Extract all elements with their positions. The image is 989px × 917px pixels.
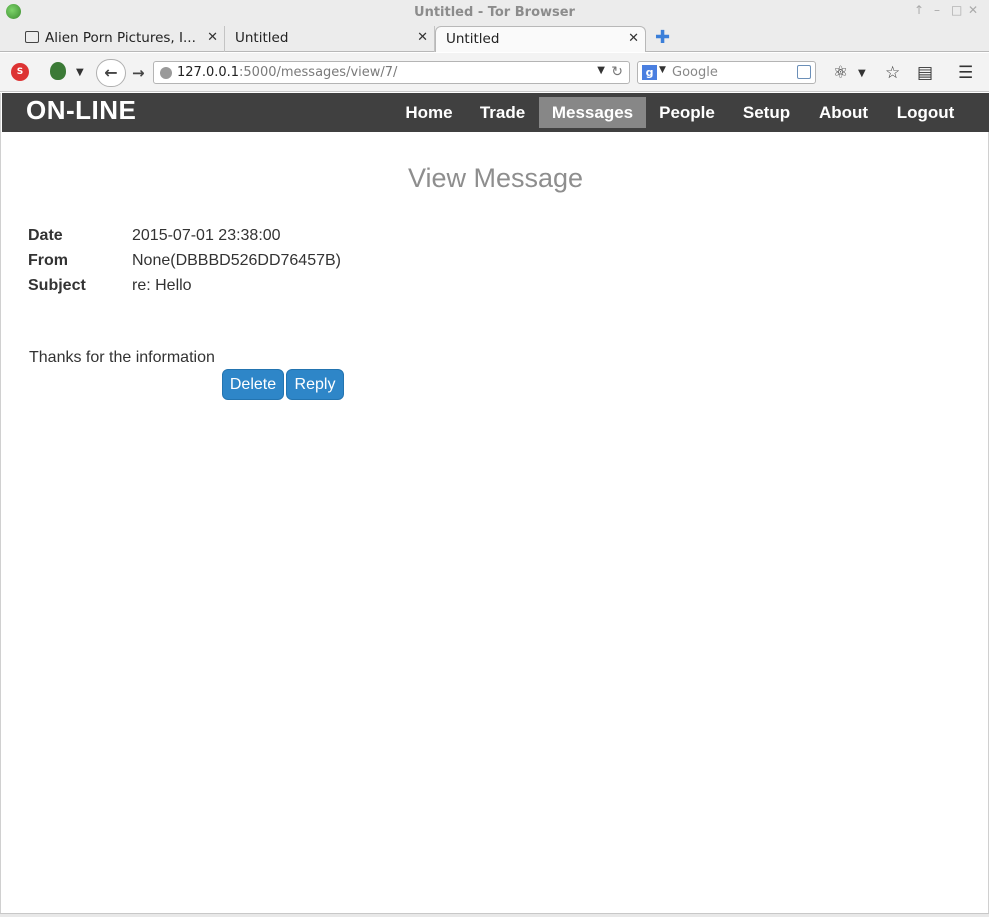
https-everywhere-icon[interactable]: ⚛ — [833, 63, 848, 83]
nav-about[interactable]: About — [805, 97, 882, 128]
window-raise-icon[interactable]: ↑ — [914, 3, 924, 17]
chevron-down-icon[interactable]: ▼ — [76, 67, 84, 78]
url-host: 127.0.0.1 — [177, 65, 240, 80]
search-input[interactable] — [672, 64, 792, 81]
tab-untitled-2[interactable]: Untitled ✕ — [435, 26, 646, 52]
nav-trade[interactable]: Trade — [466, 97, 539, 128]
search-bar[interactable]: g ▼ — [637, 61, 816, 84]
forward-arrow-icon[interactable]: → — [132, 64, 145, 82]
url-path: :5000/messages/view/7/ — [239, 65, 398, 80]
window-minimize-icon[interactable]: – — [934, 3, 940, 17]
tab-strip: Alien Porn Pictures, I... ✕ Untitled ✕ U… — [0, 24, 989, 52]
web-page: ON-LINE Home Trade Messages People Setup… — [0, 93, 989, 913]
site-brand[interactable]: ON-LINE — [26, 95, 136, 126]
google-search-engine-icon[interactable]: g — [642, 65, 657, 80]
tab-label: Alien Porn Pictures, I... — [45, 30, 196, 46]
window-close-icon[interactable]: ✕ — [968, 3, 978, 17]
window-maximize-icon[interactable]: □ — [951, 3, 962, 17]
search-icon[interactable] — [797, 65, 811, 79]
date-label: Date — [28, 227, 63, 244]
url-history-dropdown-icon[interactable]: ▼ — [597, 65, 605, 76]
message-body: Thanks for the information — [29, 349, 215, 366]
tab-label: Untitled — [446, 31, 500, 47]
reload-icon[interactable]: ↻ — [611, 64, 623, 80]
reading-list-icon[interactable]: ▤ — [917, 63, 933, 83]
tab-close-icon[interactable]: ✕ — [628, 31, 639, 46]
nav-logout[interactable]: Logout — [882, 97, 969, 128]
bookmark-star-icon[interactable]: ☆ — [885, 63, 900, 83]
nav-people[interactable]: People — [646, 97, 728, 128]
tab-close-icon[interactable]: ✕ — [207, 30, 218, 45]
tor-onion-icon[interactable] — [50, 62, 66, 80]
tab-alien-porn-pictures[interactable]: Alien Porn Pictures, I... ✕ — [15, 26, 225, 52]
from-value: None(DBBBD526DD76457B) — [132, 252, 341, 269]
chevron-down-icon[interactable]: ▼ — [858, 68, 866, 79]
camera-icon — [25, 31, 39, 43]
from-label: From — [28, 252, 68, 269]
reply-button[interactable]: Reply — [286, 369, 344, 400]
back-arrow-icon[interactable]: ← — [96, 59, 126, 87]
window-title: Untitled - Tor Browser — [414, 5, 575, 20]
tab-untitled-1[interactable]: Untitled ✕ — [225, 26, 435, 52]
url-bar[interactable]: 127.0.0.1:5000/messages/view/7/ ▼ ↻ — [153, 61, 630, 84]
nav-messages[interactable]: Messages — [539, 97, 646, 128]
page-title: View Message — [407, 163, 584, 193]
tab-label: Untitled — [235, 30, 289, 46]
tab-close-icon[interactable]: ✕ — [417, 30, 428, 45]
window-bottom-border — [0, 913, 989, 917]
noscript-icon[interactable]: S — [11, 63, 29, 81]
search-engine-dropdown-icon[interactable]: ▼ — [659, 65, 666, 75]
back-forward-group: ← → — [96, 59, 152, 87]
site-navbar: ON-LINE Home Trade Messages People Setup… — [2, 93, 989, 132]
subject-label: Subject — [28, 277, 86, 294]
nav-setup[interactable]: Setup — [728, 97, 805, 128]
menu-hamburger-icon[interactable]: ☰ — [958, 63, 973, 83]
globe-icon — [160, 67, 172, 79]
delete-button[interactable]: Delete — [222, 369, 284, 400]
new-tab-plus-icon[interactable]: ✚ — [655, 27, 670, 48]
nav-home[interactable]: Home — [392, 97, 466, 128]
date-value: 2015-07-01 23:38:00 — [132, 227, 281, 244]
window-titlebar: Untitled - Tor Browser ↑ – □ ✕ — [0, 0, 989, 24]
url-text[interactable]: 127.0.0.1:5000/messages/view/7/ — [177, 65, 397, 80]
subject-value: re: Hello — [132, 277, 192, 294]
